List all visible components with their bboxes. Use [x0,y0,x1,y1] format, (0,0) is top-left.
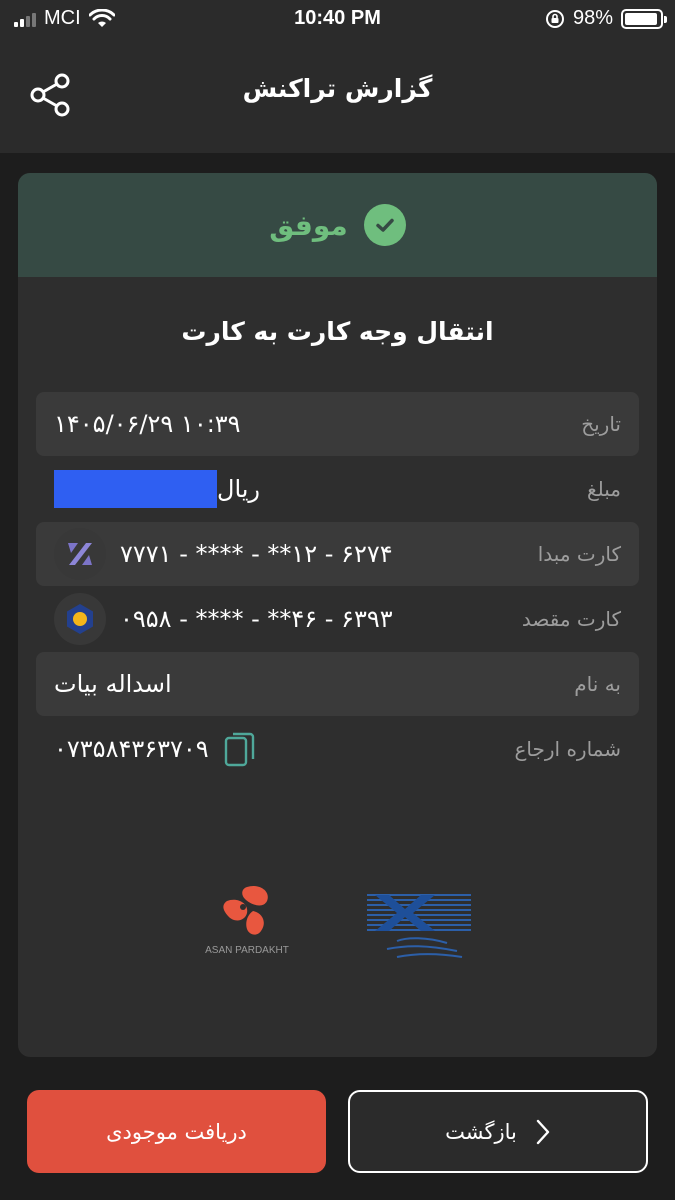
status-banner: موفق [18,173,657,277]
reference-label: شماره ارجاع [514,737,621,761]
row-source-card: کارت مبدا ۷۷۷۱ - **** - **۱۲ - ۶۲۷۴ [36,522,639,586]
dest-bank-icon [54,593,106,645]
status-bar: MCI 10:40 PM 98% [0,0,675,38]
reference-number: ۰۷۳۵۸۴۳۶۳۷۰۹ [54,735,209,763]
back-button[interactable]: بازگشت [348,1090,648,1173]
amount-label: مبلغ [586,477,621,501]
battery-percent: 98% [572,7,613,29]
source-bank-icon [54,528,106,580]
back-label: بازگشت [445,1119,517,1144]
get-balance-button[interactable]: دریافت موجودی [27,1090,326,1173]
name-value: اسداله بیات [54,670,172,698]
partner-logos: ASAN PARDAKHT [18,883,657,973]
name-label: به نام [574,672,621,696]
status-right: 98% [545,7,667,30]
source-card-label: کارت مبدا [537,542,621,566]
shaparak-logo [367,894,471,958]
date-value-wrap: ۱۴۰۵/۰۶/۲۹ ۱۰:۳۹ [54,392,241,456]
asan-pardakht-mark-icon [223,885,268,935]
status-text: موفق [269,208,348,242]
header: گزارش تراکنش [0,38,675,153]
transaction-type: انتقال وجه کارت به کارت [181,317,494,346]
asan-pardakht-logo: ASAN PARDAKHT [200,883,294,975]
dest-card-wrap: ۰۹۵۸ - **** - **۴۶ - ۶۳۹۳ [54,587,393,651]
reference-value-wrap: ۰۷۳۵۸۴۳۶۳۷۰۹ [54,717,257,781]
name-value-wrap: اسداله بیات [54,652,172,716]
details-list: تاریخ ۱۴۰۵/۰۶/۲۹ ۱۰:۳۹ مبلغ ریال کارت مب… [36,392,639,782]
row-amount: مبلغ ریال [36,457,639,521]
source-card-number: ۷۷۷۱ - **** - **۱۲ - ۶۲۷۴ [120,540,393,568]
chevron-right-icon [536,1119,550,1144]
asan-pardakht-text: ASAN PARDAKHT [205,945,289,956]
date-value: ۱۴۰۵/۰۶/۲۹ ۱۰:۳۹ [54,410,241,438]
row-date: تاریخ ۱۴۰۵/۰۶/۲۹ ۱۰:۳۹ [36,392,639,456]
check-circle-icon [363,204,406,246]
row-name: به نام اسداله بیات [36,652,639,716]
rotation-lock-icon [545,9,564,28]
dest-card-label: کارت مقصد [521,607,621,631]
row-dest-card: کارت مقصد ۰۹۵۸ - **** - **۴۶ - ۶۳۹۳ [36,587,639,651]
amount-unit: ریال [217,475,261,503]
source-card-wrap: ۷۷۷۱ - **** - **۱۲ - ۶۲۷۴ [54,522,393,586]
copy-icon[interactable] [223,729,257,769]
battery-icon [621,8,667,29]
dest-card-number: ۰۹۵۸ - **** - **۴۶ - ۶۳۹۳ [120,605,393,633]
amount-value-wrap: ریال [54,457,260,521]
transaction-card: موفق انتقال وجه کارت به کارت تاریخ ۱۴۰۵/… [18,173,657,1057]
get-balance-label: دریافت موجودی [106,1119,247,1144]
row-reference: شماره ارجاع ۰۷۳۵۸۴۳۶۳۷۰۹ [36,717,639,781]
date-label: تاریخ [581,412,621,436]
amount-redacted [54,470,217,508]
page-title: گزارش تراکنش [242,74,433,103]
